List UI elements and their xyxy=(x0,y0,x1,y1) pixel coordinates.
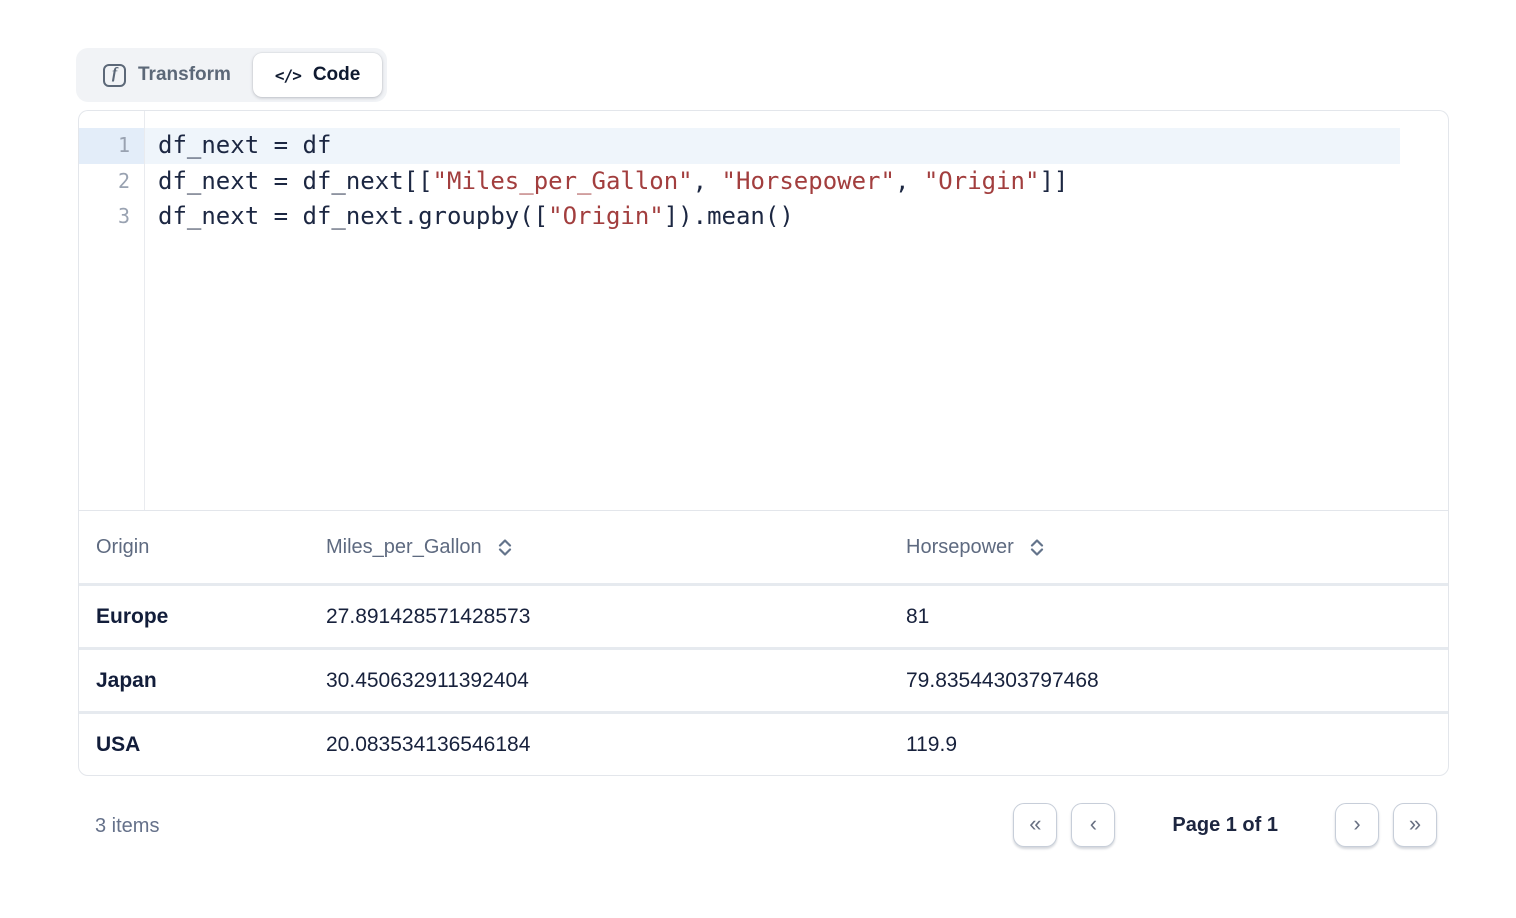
result-table: Origin Miles_per_Gallon Horsepower Europ… xyxy=(78,510,1449,776)
code-editor[interactable]: 1 2 3 df_next = df df_next = df_next[["M… xyxy=(78,110,1449,510)
cell-horsepower: 81 xyxy=(889,605,1448,629)
column-header-horsepower[interactable]: Horsepower xyxy=(889,536,1448,559)
page-indicator: Page 1 of 1 xyxy=(1172,814,1278,837)
code-content[interactable]: df_next = df df_next = df_next[["Miles_p… xyxy=(145,111,1448,510)
string-token: "Origin" xyxy=(548,202,664,230)
next-page-button[interactable]: › xyxy=(1335,803,1379,847)
tab-transform-label: Transform xyxy=(138,64,231,86)
cell-horsepower: 79.83544303797468 xyxy=(889,669,1448,693)
column-header-origin: Origin xyxy=(79,536,309,559)
cell-horsepower: 119.9 xyxy=(889,733,1448,757)
column-label: Horsepower xyxy=(906,536,1014,559)
column-label: Miles_per_Gallon xyxy=(326,536,482,559)
line-number-gutter: 1 2 3 xyxy=(79,111,145,510)
cell-miles-per-gallon: 27.891428571428573 xyxy=(309,605,889,629)
pagination-controls: « ‹ Page 1 of 1 › » xyxy=(1013,803,1437,847)
code-token: ]] xyxy=(1039,167,1068,195)
sort-icon[interactable] xyxy=(1030,539,1044,556)
double-chevron-right-icon: » xyxy=(1409,813,1421,838)
table-header-row: Origin Miles_per_Gallon Horsepower xyxy=(79,511,1448,583)
column-header-miles-per-gallon[interactable]: Miles_per_Gallon xyxy=(309,536,889,559)
function-icon: f xyxy=(103,64,126,87)
code-line-3[interactable]: df_next = df_next.groupby(["Origin"]).me… xyxy=(145,199,1448,235)
code-token: ]).mean() xyxy=(664,202,794,230)
line-number: 1 xyxy=(79,128,144,164)
code-token: df_next = df xyxy=(158,131,331,159)
cell-miles-per-gallon: 30.450632911392404 xyxy=(309,669,889,693)
table-row[interactable]: Japan 30.450632911392404 79.835443037974… xyxy=(79,647,1448,711)
code-token: , xyxy=(895,167,924,195)
chevron-right-icon: › xyxy=(1353,813,1360,838)
line-number: 3 xyxy=(79,199,144,235)
table-row[interactable]: USA 20.083534136546184 119.9 xyxy=(79,711,1448,775)
items-count: 3 items xyxy=(95,815,159,838)
cell-miles-per-gallon: 20.083534136546184 xyxy=(309,733,889,757)
table-row[interactable]: Europe 27.891428571428573 81 xyxy=(79,583,1448,647)
cell-origin: USA xyxy=(79,733,309,757)
code-token: df_next = df_next[[ xyxy=(158,167,433,195)
last-page-button[interactable]: » xyxy=(1393,803,1437,847)
app-window: f Transform </> Code 1 2 3 df_next = df … xyxy=(0,0,1516,918)
double-chevron-left-icon: « xyxy=(1029,813,1041,838)
line-number: 2 xyxy=(79,164,144,200)
code-line-2[interactable]: df_next = df_next[["Miles_per_Gallon", "… xyxy=(145,164,1448,200)
code-line-1[interactable]: df_next = df xyxy=(145,128,1400,164)
tab-code[interactable]: </> Code xyxy=(253,53,382,97)
tab-code-label: Code xyxy=(313,64,361,86)
string-token: "Horsepower" xyxy=(722,167,895,195)
cell-origin: Japan xyxy=(79,669,309,693)
tab-transform[interactable]: f Transform xyxy=(81,53,253,97)
string-token: "Miles_per_Gallon" xyxy=(433,167,693,195)
first-page-button[interactable]: « xyxy=(1013,803,1057,847)
code-brackets-icon: </> xyxy=(275,66,301,85)
previous-page-button[interactable]: ‹ xyxy=(1071,803,1115,847)
view-mode-tabbar: f Transform </> Code xyxy=(76,48,387,102)
string-token: "Origin" xyxy=(924,167,1040,195)
chevron-left-icon: ‹ xyxy=(1090,813,1097,838)
column-label: Origin xyxy=(96,536,149,559)
code-token: , xyxy=(693,167,722,195)
sort-icon[interactable] xyxy=(498,539,512,556)
code-token: df_next = df_next.groupby([ xyxy=(158,202,548,230)
cell-origin: Europe xyxy=(79,605,309,629)
